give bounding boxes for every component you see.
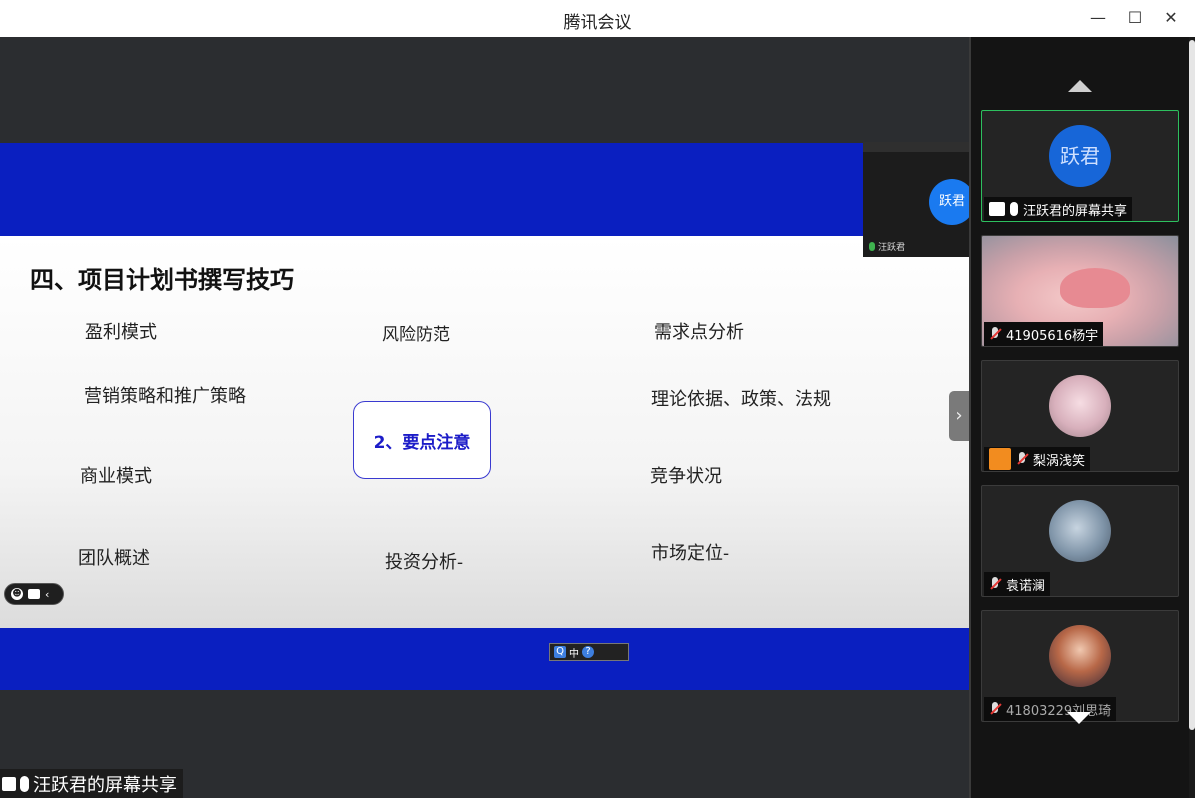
mic-icon <box>869 242 875 251</box>
ime-toolbar[interactable]: Q 中 ? <box>549 643 629 661</box>
slide-item: 市场定位- <box>651 543 730 564</box>
slide-item: 投资分析- <box>385 552 464 573</box>
maximize-icon[interactable]: ☐ <box>1122 6 1148 30</box>
screen-share-icon <box>2 776 16 791</box>
ime-mode[interactable]: 中 <box>569 645 579 660</box>
shared-screen: 四、项目计划书撰写技巧 盈利模式 风险防范 需求点分析 营销策略和推广策略 理论… <box>0 37 975 798</box>
scroll-up-icon[interactable] <box>1068 80 1092 92</box>
mic-muted-icon <box>1016 452 1028 466</box>
slide-item: 营销策略和推广策略 <box>84 386 246 407</box>
mic-icon <box>1010 202 1018 216</box>
avatar <box>1049 375 1111 437</box>
participant-name: 41803229刘思琦 <box>1006 703 1112 719</box>
minimize-icon[interactable]: — <box>1085 6 1111 30</box>
share-label-text: 汪跃君的屏幕共享 <box>33 774 177 796</box>
user-icon <box>989 448 1011 470</box>
emoji-icon[interactable]: ☻ <box>11 588 23 600</box>
slide-item: 盈利模式 <box>85 322 157 343</box>
presenter-name: 汪跃君 <box>878 243 906 253</box>
slide-top-band <box>0 143 969 236</box>
mic-muted-icon <box>989 327 1001 341</box>
participant-tile[interactable]: 41803229刘思琦 <box>981 610 1179 722</box>
close-icon[interactable]: ✕ <box>1158 6 1184 30</box>
slide-item: 理论依据、政策、法规 <box>651 389 831 410</box>
mic-muted-icon <box>989 577 1001 591</box>
ime-logo-icon: Q <box>554 646 566 658</box>
slide-title: 四、项目计划书撰写技巧 <box>30 266 294 294</box>
presenter-mini-tile[interactable]: 跃君 汪跃君 <box>863 142 975 257</box>
avatar <box>1049 500 1111 562</box>
chat-icon[interactable] <box>28 589 40 599</box>
slide-item: 风险防范 <box>382 325 450 345</box>
ime-help-icon[interactable]: ? <box>582 646 594 658</box>
window-title: 腾讯会议 <box>563 13 632 33</box>
participant-name: 汪跃君的屏幕共享 <box>1023 203 1128 219</box>
participant-tile[interactable]: 袁诺澜 <box>981 485 1179 597</box>
chevron-left-icon[interactable]: ‹ <box>45 588 49 601</box>
avatar: 跃君 <box>1049 125 1111 187</box>
annotation-toolbar[interactable]: ☻ ‹ <box>4 583 64 605</box>
participant-name: 袁诺澜 <box>1006 578 1046 594</box>
mic-muted-icon <box>989 702 1001 716</box>
scroll-down-icon[interactable] <box>1067 712 1091 724</box>
avatar <box>1049 625 1111 687</box>
slide: 四、项目计划书撰写技巧 盈利模式 风险防范 需求点分析 营销策略和推广策略 理论… <box>0 236 969 628</box>
mic-icon <box>20 775 29 792</box>
participant-tile[interactable]: 梨涡浅笑 <box>981 360 1179 472</box>
participant-name: 41905616杨宇 <box>1006 328 1099 344</box>
collapse-panel-button[interactable]: › <box>949 391 969 441</box>
screen-share-label: 汪跃君的屏幕共享 <box>0 769 183 798</box>
scrollbar-thumb[interactable] <box>1189 40 1195 730</box>
slide-item: 竞争状况 <box>650 466 722 487</box>
screen-share-icon <box>989 202 1005 216</box>
participant-tile[interactable]: 跃君 汪跃君的屏幕共享 <box>981 110 1179 222</box>
participant-name: 梨涡浅笑 <box>1033 453 1086 469</box>
title-bar: 腾讯会议 — ☐ ✕ <box>0 0 1195 38</box>
slide-item: 商业模式 <box>80 466 152 487</box>
slide-item: 团队概述 <box>78 548 150 569</box>
slide-bottom-band <box>0 628 969 690</box>
participant-tile[interactable]: 41905616杨宇 <box>981 235 1179 347</box>
slide-item: 需求点分析 <box>654 322 744 343</box>
slide-center-box: 2、要点注意 <box>353 401 491 479</box>
